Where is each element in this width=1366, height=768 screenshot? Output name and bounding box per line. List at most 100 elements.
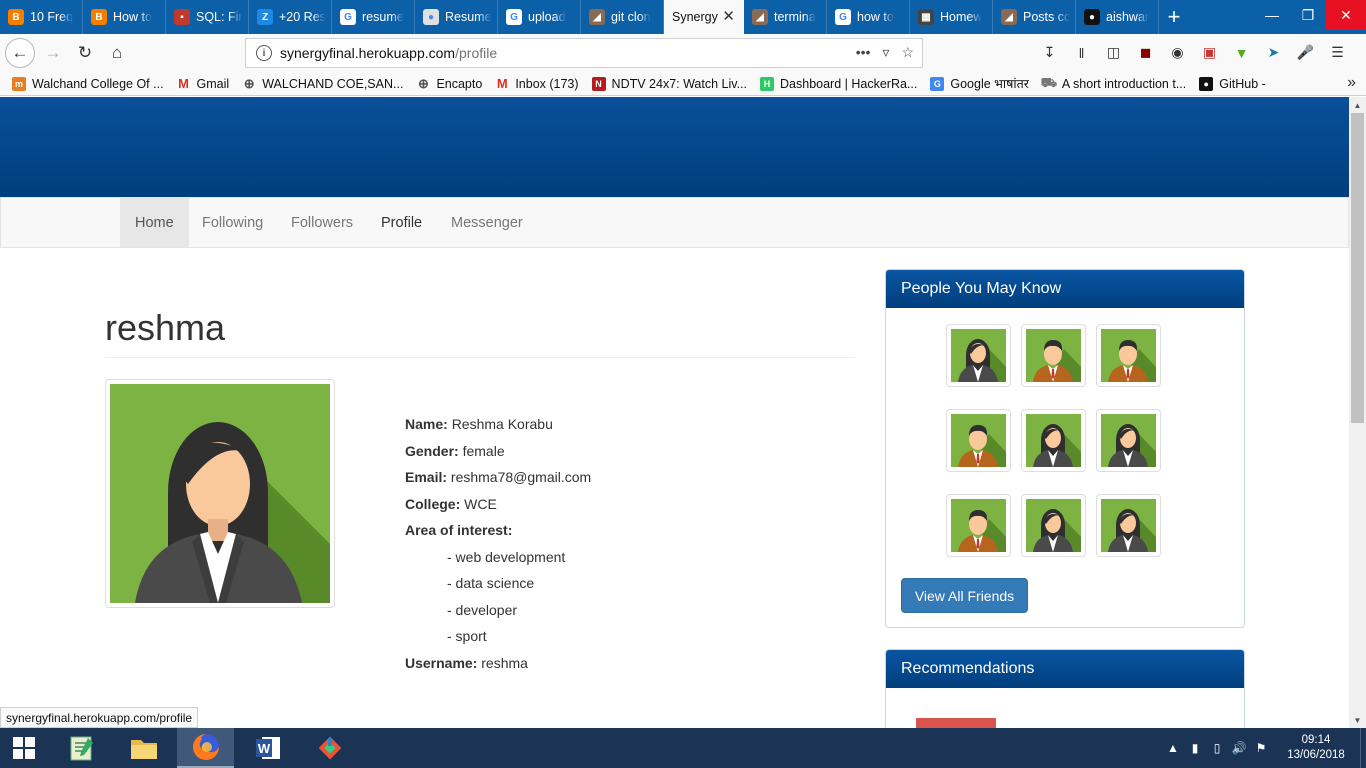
bookmark-label: Walchand College Of ... <box>32 76 164 91</box>
suggested-person-thumbnail[interactable] <box>946 324 1011 387</box>
browser-tab[interactable]: ● Resume <box>415 0 498 34</box>
scroll-up-icon[interactable]: ▲ <box>1349 97 1366 113</box>
bookmark-item[interactable]: M Gmail <box>177 76 229 91</box>
firefox-icon[interactable] <box>177 728 234 768</box>
ublock-icon[interactable]: ◼ <box>1136 43 1155 62</box>
translate-icon: G <box>930 76 945 91</box>
bookmark-item[interactable]: G Google भाषांतर <box>930 75 1029 92</box>
download-arrow-icon[interactable]: ▼ <box>1232 43 1251 62</box>
windows-start-icon[interactable] <box>0 728 48 768</box>
site-info-icon[interactable]: i <box>256 45 272 61</box>
new-tab-icon[interactable]: + <box>1159 0 1189 34</box>
browser-tab[interactable]: ● aishwar <box>1076 0 1159 34</box>
browser-tab[interactable]: ▦ Homew <box>910 0 993 34</box>
maximize-icon[interactable]: ❐ <box>1290 0 1326 30</box>
browser-tab[interactable]: ◢ termina <box>744 0 827 34</box>
tab-label: git clon <box>611 10 651 24</box>
volume-icon[interactable]: 🔊 <box>1228 741 1250 755</box>
hackerrank-icon: H <box>760 76 775 91</box>
ndtv-icon: N <box>591 76 606 91</box>
bookmark-star-icon[interactable]: ☆ <box>901 44 914 61</box>
bookmark-item[interactable]: m Walchand College Of ... <box>12 76 164 91</box>
suggested-person-thumbnail[interactable] <box>1096 494 1161 557</box>
browser-tab[interactable]: Ghow to <box>827 0 910 34</box>
tab-label: how to <box>857 10 894 24</box>
browser-tab[interactable]: B 10 Freq <box>0 0 83 34</box>
browser-tab[interactable]: ◢ git clon <box>581 0 664 34</box>
show-desktop-button[interactable] <box>1360 728 1366 768</box>
download-icon[interactable]: ↧ <box>1040 43 1059 62</box>
share-icon[interactable]: ➤ <box>1264 43 1283 62</box>
word-icon[interactable]: W <box>239 728 296 768</box>
page-icon: ◢ <box>752 9 768 25</box>
scrollbar-thumb[interactable] <box>1351 113 1364 423</box>
battery-icon[interactable]: ▯ <box>1206 741 1228 755</box>
git-icon[interactable] <box>301 728 358 768</box>
bookmark-item[interactable]: ⊕ Encapto <box>416 76 482 91</box>
extension-icon[interactable]: ◉ <box>1168 43 1187 62</box>
bookmark-item[interactable]: ● GitHub - <box>1199 76 1266 91</box>
back-arrow-icon[interactable]: ← <box>5 38 35 68</box>
bookmark-item[interactable]: ⛟ A short introduction t... <box>1041 75 1187 91</box>
female-avatar-icon <box>1026 499 1081 552</box>
flag-icon[interactable]: ⚑ <box>1250 741 1272 755</box>
suggested-person-thumbnail[interactable] <box>1021 324 1086 387</box>
forward-arrow-icon[interactable]: → <box>37 37 69 69</box>
recommendation-item[interactable] <box>916 718 996 728</box>
nav-following[interactable]: Following <box>187 198 278 247</box>
browser-tab[interactable]: Gresume <box>332 0 415 34</box>
tab-label: upload <box>528 10 566 24</box>
browser-tab[interactable]: Gupload <box>498 0 581 34</box>
bookmark-item[interactable]: M Inbox (173) <box>495 76 579 91</box>
sidebar-icon[interactable]: ◫ <box>1104 43 1123 62</box>
page-scrollbar[interactable]: ▲ ▼ <box>1349 97 1366 728</box>
minimize-icon[interactable]: — <box>1254 0 1290 30</box>
address-bar[interactable]: i synergyfinal.herokuapp.com/profile •••… <box>245 38 923 68</box>
suggested-person-thumbnail[interactable] <box>1096 324 1161 387</box>
gmail-icon: M <box>496 76 508 91</box>
close-window-icon[interactable]: ✕ <box>1326 0 1366 30</box>
menu-icon[interactable]: ☰ <box>1328 43 1347 62</box>
browser-tab-active[interactable]: Synergy ✕ <box>664 0 744 34</box>
bookmark-label: WALCHAND COE,SAN... <box>262 76 404 91</box>
bookmark-item[interactable]: N NDTV 24x7: Watch Liv... <box>591 76 747 91</box>
browser-tab[interactable]: ▪ SQL: Fir <box>166 0 249 34</box>
recommendations-panel: Recommendations <box>885 649 1245 728</box>
suggested-person-thumbnail[interactable] <box>946 494 1011 557</box>
pocket-icon[interactable]: ▿ <box>882 44 889 61</box>
home-icon[interactable]: ⌂ <box>101 37 133 69</box>
nav-home[interactable]: Home <box>120 198 189 247</box>
microphone-icon[interactable]: 🎤 <box>1296 43 1315 62</box>
suggested-person-thumbnail[interactable] <box>1021 409 1086 472</box>
browser-tab[interactable]: Z +20 Res <box>249 0 332 34</box>
nav-messenger[interactable]: Messenger <box>436 198 538 247</box>
nav-followers[interactable]: Followers <box>276 198 368 247</box>
tab-strip: B 10 Freq B How to ▪ SQL: Fir Z +20 Res Gresume ●… <box>0 0 1366 34</box>
notepad-icon[interactable] <box>53 728 110 768</box>
clock-date: 13/06/2018 <box>1287 749 1345 761</box>
suggested-person-thumbnail[interactable] <box>946 409 1011 472</box>
nav-profile[interactable]: Profile <box>366 198 437 247</box>
window-controls: — ❐ ✕ <box>1254 0 1366 30</box>
view-all-friends-button[interactable]: View All Friends <box>901 578 1028 613</box>
addon-icon[interactable]: ▣ <box>1200 43 1219 62</box>
library-icon[interactable]: ‖ <box>1072 43 1091 62</box>
browser-tab[interactable]: ◢ Posts cc <box>993 0 1076 34</box>
suggested-person-thumbnail[interactable] <box>1021 494 1086 557</box>
network-icon[interactable]: ▮ <box>1184 741 1206 755</box>
tab-label: 10 Freq <box>30 10 74 24</box>
close-tab-icon[interactable]: ✕ <box>722 9 735 25</box>
male-avatar-icon <box>1101 329 1156 382</box>
bookmark-item[interactable]: ⊕ WALCHAND COE,SAN... <box>242 76 404 91</box>
more-bookmarks-icon[interactable]: » <box>1347 74 1356 92</box>
chevron-up-icon[interactable]: ▲ <box>1162 741 1184 755</box>
suggested-person-thumbnail[interactable] <box>1096 409 1161 472</box>
file-explorer-icon[interactable] <box>115 728 172 768</box>
reload-icon[interactable]: ↻ <box>69 37 101 69</box>
browser-tab[interactable]: B How to <box>83 0 166 34</box>
system-tray: ▲ ▮ ▯ 🔊 ⚑ 09:14 13/06/2018 <box>1162 728 1366 768</box>
page-actions-icon[interactable]: ••• <box>856 44 871 61</box>
bookmark-item[interactable]: H Dashboard | HackerRa... <box>760 76 917 91</box>
scroll-down-icon[interactable]: ▼ <box>1349 712 1366 728</box>
clock[interactable]: 09:14 13/06/2018 <box>1276 733 1356 763</box>
